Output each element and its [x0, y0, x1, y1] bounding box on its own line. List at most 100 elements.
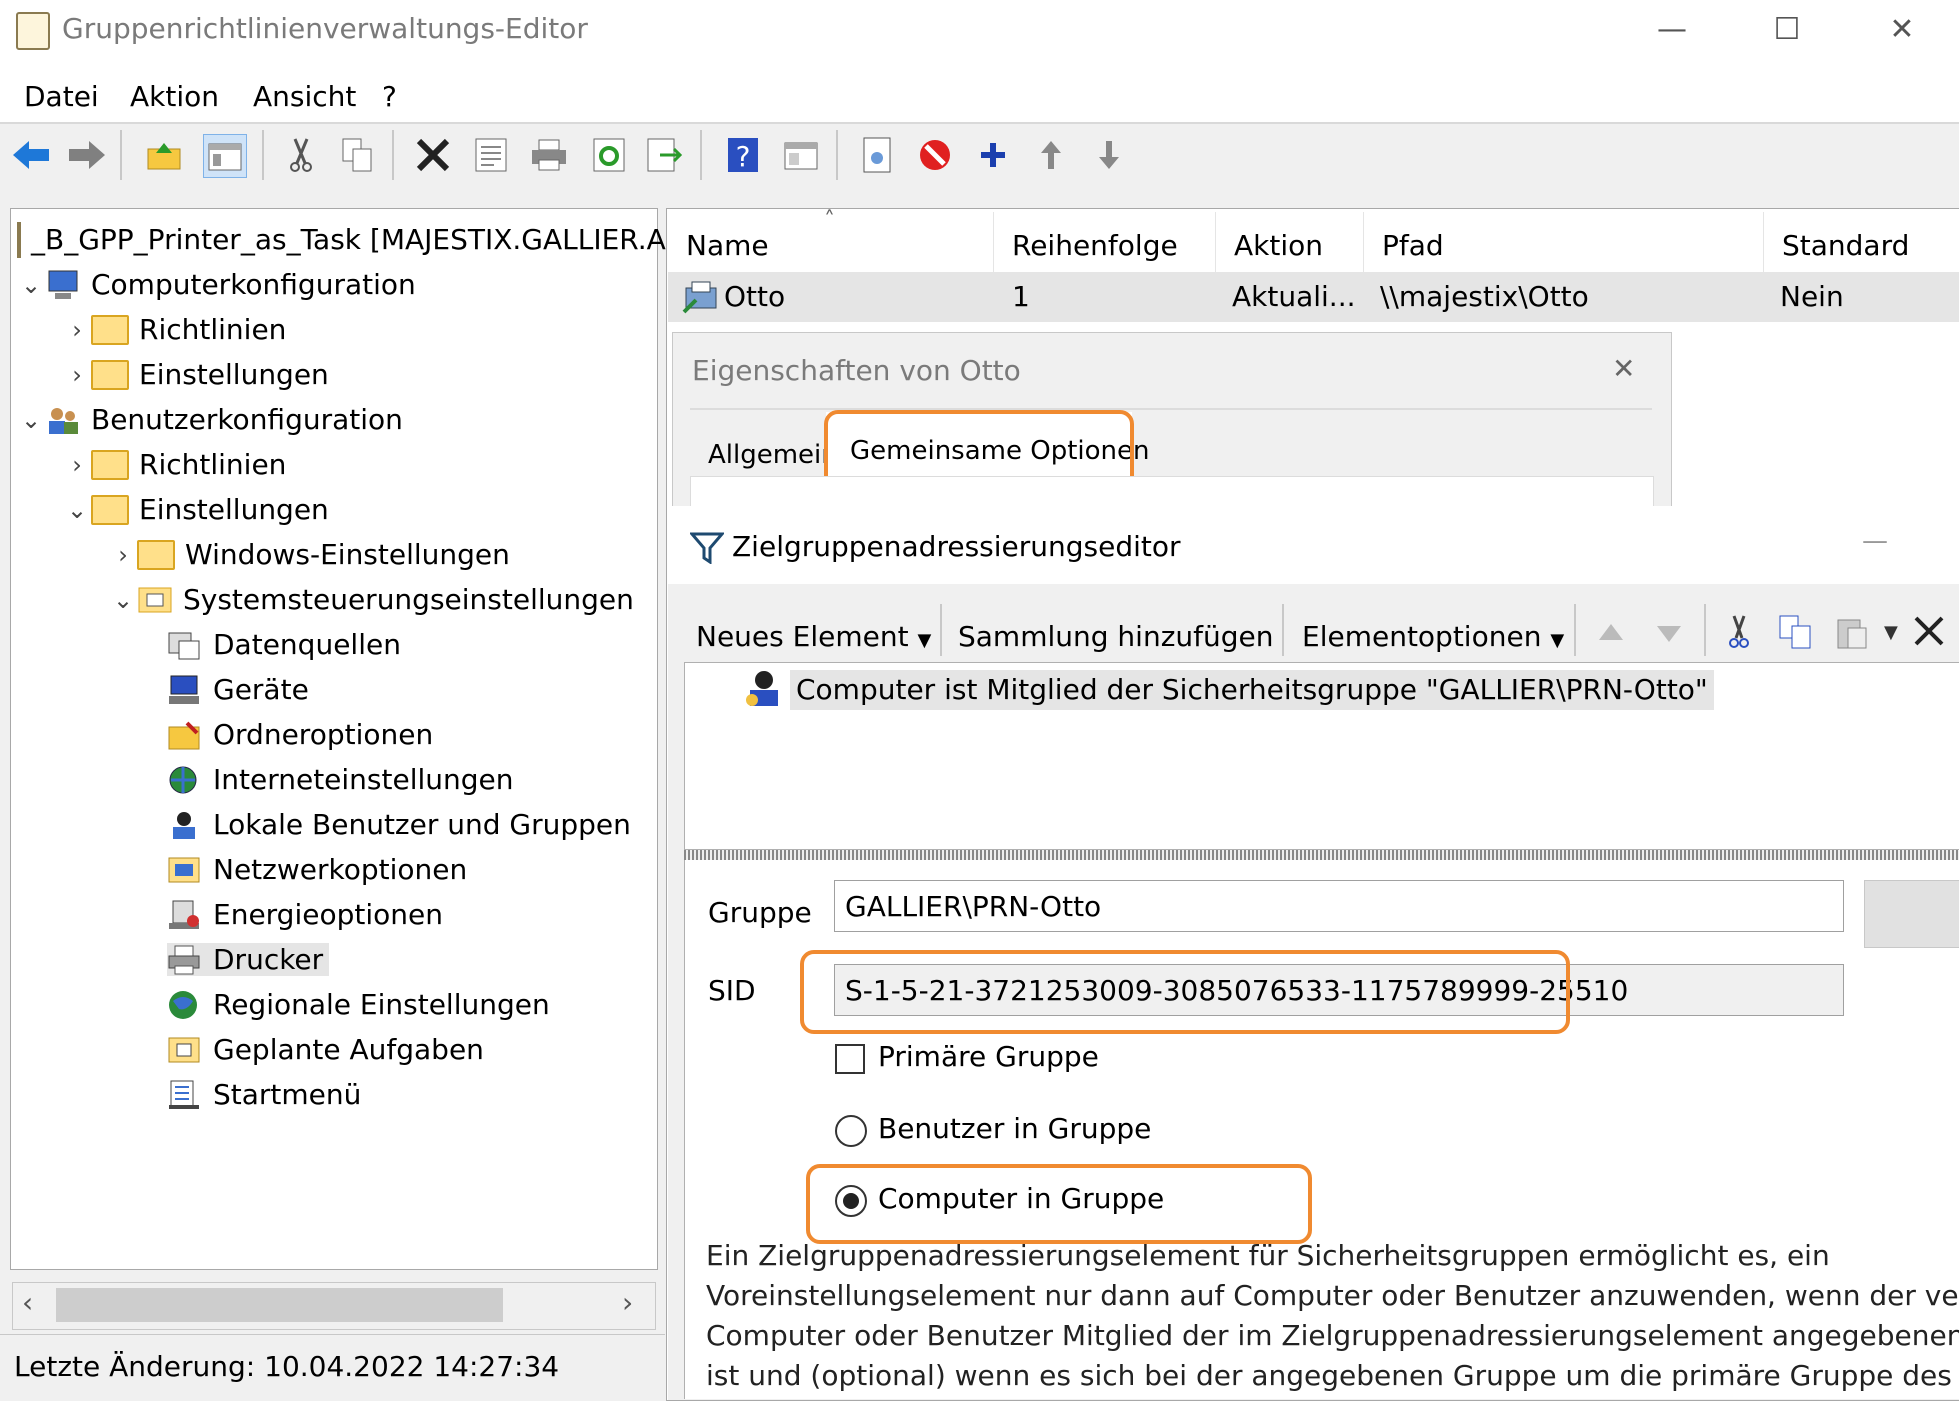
chevron-right-icon[interactable]: ›	[63, 316, 91, 344]
chevron-down-icon[interactable]: ⌄	[17, 271, 45, 299]
scroll-right-icon[interactable]: ›	[622, 1286, 633, 1319]
cut-icon[interactable]	[280, 134, 322, 176]
stop-icon[interactable]	[914, 134, 956, 176]
tree-item-internet[interactable]: Interneteinstellungen	[17, 757, 657, 802]
paste-dropdown-icon[interactable]: ▼	[1884, 622, 1898, 643]
chevron-down-icon[interactable]: ⌄	[109, 586, 137, 614]
column-path[interactable]: Pfad	[1364, 212, 1764, 272]
tree-item-u-prefs[interactable]: ⌄ Einstellungen	[17, 487, 657, 532]
tree-item-local-users[interactable]: Lokale Benutzer und Gruppen	[17, 802, 657, 847]
tree-label: Geplante Aufgaben	[213, 1033, 484, 1066]
primary-group-checkbox[interactable]	[835, 1044, 865, 1074]
toolbar-separator	[1704, 604, 1706, 656]
folder-options-icon	[167, 719, 203, 751]
window-title: Gruppenrichtlinienverwaltungs-Editor	[62, 12, 588, 45]
delete-icon[interactable]	[1912, 612, 1946, 652]
menu-ansicht[interactable]: Ansicht	[253, 80, 356, 113]
start-menu-icon	[167, 1079, 203, 1111]
tree-item-printers[interactable]: Drucker	[17, 937, 657, 982]
console-view-icon[interactable]	[780, 134, 822, 176]
menu-aktion[interactable]: Aktion	[130, 80, 219, 113]
scrollbar-thumb[interactable]	[56, 1288, 503, 1322]
tree-item-data-sources[interactable]: Datenquellen	[17, 622, 657, 667]
chevron-right-icon[interactable]: ›	[109, 541, 137, 569]
tree-item-user[interactable]: ⌄ Benutzerkonfiguration	[17, 397, 657, 442]
user-in-group-radio[interactable]	[835, 1115, 867, 1147]
toolbar-separator	[392, 130, 394, 180]
menu-help[interactable]: ?	[382, 80, 397, 113]
editor-minimize-button[interactable]: —	[1862, 526, 1888, 556]
tree-item-cp-settings[interactable]: ⌄ Systemsteuerungseinstellungen	[17, 577, 657, 622]
tree-item-win-settings[interactable]: › Windows-Einstellungen	[17, 532, 657, 577]
gpo-icon	[17, 221, 21, 258]
dialog-close-icon[interactable]: ✕	[1612, 352, 1635, 385]
column-default[interactable]: Standard	[1764, 212, 1959, 272]
tree-item-devices[interactable]: Geräte	[17, 667, 657, 712]
menu-datei[interactable]: Datei	[24, 80, 99, 113]
up-folder-icon[interactable]	[143, 134, 185, 176]
network-options-icon	[167, 854, 203, 886]
scroll-left-icon[interactable]: ‹	[22, 1286, 33, 1319]
tree-item-computer[interactable]: ⌄ Computerkonfiguration	[17, 262, 657, 307]
move-down-icon[interactable]	[1654, 618, 1684, 652]
column-order[interactable]: Reihenfolge	[994, 212, 1216, 272]
add-collection-button[interactable]: Sammlung hinzufügen	[946, 612, 1286, 662]
column-action[interactable]: Aktion	[1216, 212, 1364, 272]
minimize-button[interactable]: —	[1642, 10, 1702, 50]
cut-icon[interactable]	[1724, 614, 1754, 654]
tree-item-c-policies[interactable]: › Richtlinien	[17, 307, 657, 352]
tree-item-start-menu[interactable]: Startmenü	[17, 1072, 657, 1117]
splitter[interactable]	[684, 850, 1959, 860]
chevron-down-icon[interactable]: ⌄	[17, 406, 45, 434]
forward-icon[interactable]	[66, 134, 108, 176]
tab-general[interactable]: Allgemein	[708, 440, 838, 470]
help-icon[interactable]: ?	[722, 134, 764, 176]
tree-item-c-prefs[interactable]: › Einstellungen	[17, 352, 657, 397]
tree-item-network[interactable]: Netzwerkoptionen	[17, 847, 657, 892]
targeting-item[interactable]: Computer ist Mitglied der Sicherheitsgru…	[790, 670, 1714, 710]
computer-icon	[45, 269, 81, 301]
chevron-right-icon[interactable]: ›	[63, 451, 91, 479]
refresh-icon[interactable]	[588, 134, 630, 176]
toolbar-separator	[700, 130, 702, 180]
toolbar-separator	[1574, 604, 1576, 656]
maximize-button[interactable]: ☐	[1757, 10, 1817, 50]
close-button[interactable]: ✕	[1872, 10, 1932, 50]
properties-icon[interactable]	[470, 134, 512, 176]
copy-icon[interactable]	[336, 134, 378, 176]
back-icon[interactable]	[10, 134, 52, 176]
tab-content	[690, 476, 1654, 507]
delete-icon[interactable]	[412, 134, 454, 176]
add-icon[interactable]	[972, 134, 1014, 176]
description-line: ist und (optional) wenn es sich bei der …	[706, 1359, 1952, 1392]
browse-group-button[interactable]	[1864, 880, 1959, 948]
print-icon[interactable]	[528, 134, 570, 176]
paste-icon[interactable]	[1834, 614, 1870, 654]
new-document-icon[interactable]	[856, 134, 898, 176]
copy-icon[interactable]	[1778, 614, 1814, 654]
chevron-right-icon[interactable]: ›	[63, 361, 91, 389]
button-label: Elementoptionen	[1302, 620, 1542, 653]
tree-item-u-policies[interactable]: › Richtlinien	[17, 442, 657, 487]
tree-root[interactable]: _B_GPP_Printer_as_Task [MAJESTIX.GALLIER…	[17, 217, 687, 262]
new-item-button[interactable]: Neues Element ▼	[684, 612, 943, 662]
show-hide-tree-icon[interactable]	[203, 134, 247, 178]
chevron-down-icon[interactable]: ⌄	[63, 496, 91, 524]
tree-label: Datenquellen	[213, 628, 401, 661]
move-down-icon[interactable]	[1088, 134, 1130, 176]
tree-item-scheduled-tasks[interactable]: Geplante Aufgaben	[17, 1027, 657, 1072]
folder-icon	[137, 539, 175, 570]
move-up-icon[interactable]	[1030, 134, 1072, 176]
move-up-icon[interactable]	[1596, 618, 1626, 652]
item-options-button[interactable]: Elementoptionen ▼	[1290, 612, 1576, 662]
folder-icon	[91, 359, 129, 390]
table-row[interactable]: Otto 1 Aktuali... \\majestix\Otto Nein	[668, 272, 1959, 322]
group-field[interactable]: GALLIER\PRN-Otto	[834, 880, 1844, 932]
export-list-icon[interactable]	[644, 134, 686, 176]
tree-item-regional[interactable]: Regionale Einstellungen	[17, 982, 657, 1027]
tree-item-power[interactable]: Energieoptionen	[17, 892, 657, 937]
tree-label: Regionale Einstellungen	[213, 988, 550, 1021]
cell-name: Otto	[724, 280, 786, 313]
column-label: Name	[686, 229, 769, 262]
tree-item-folder-options[interactable]: Ordneroptionen	[17, 712, 657, 757]
